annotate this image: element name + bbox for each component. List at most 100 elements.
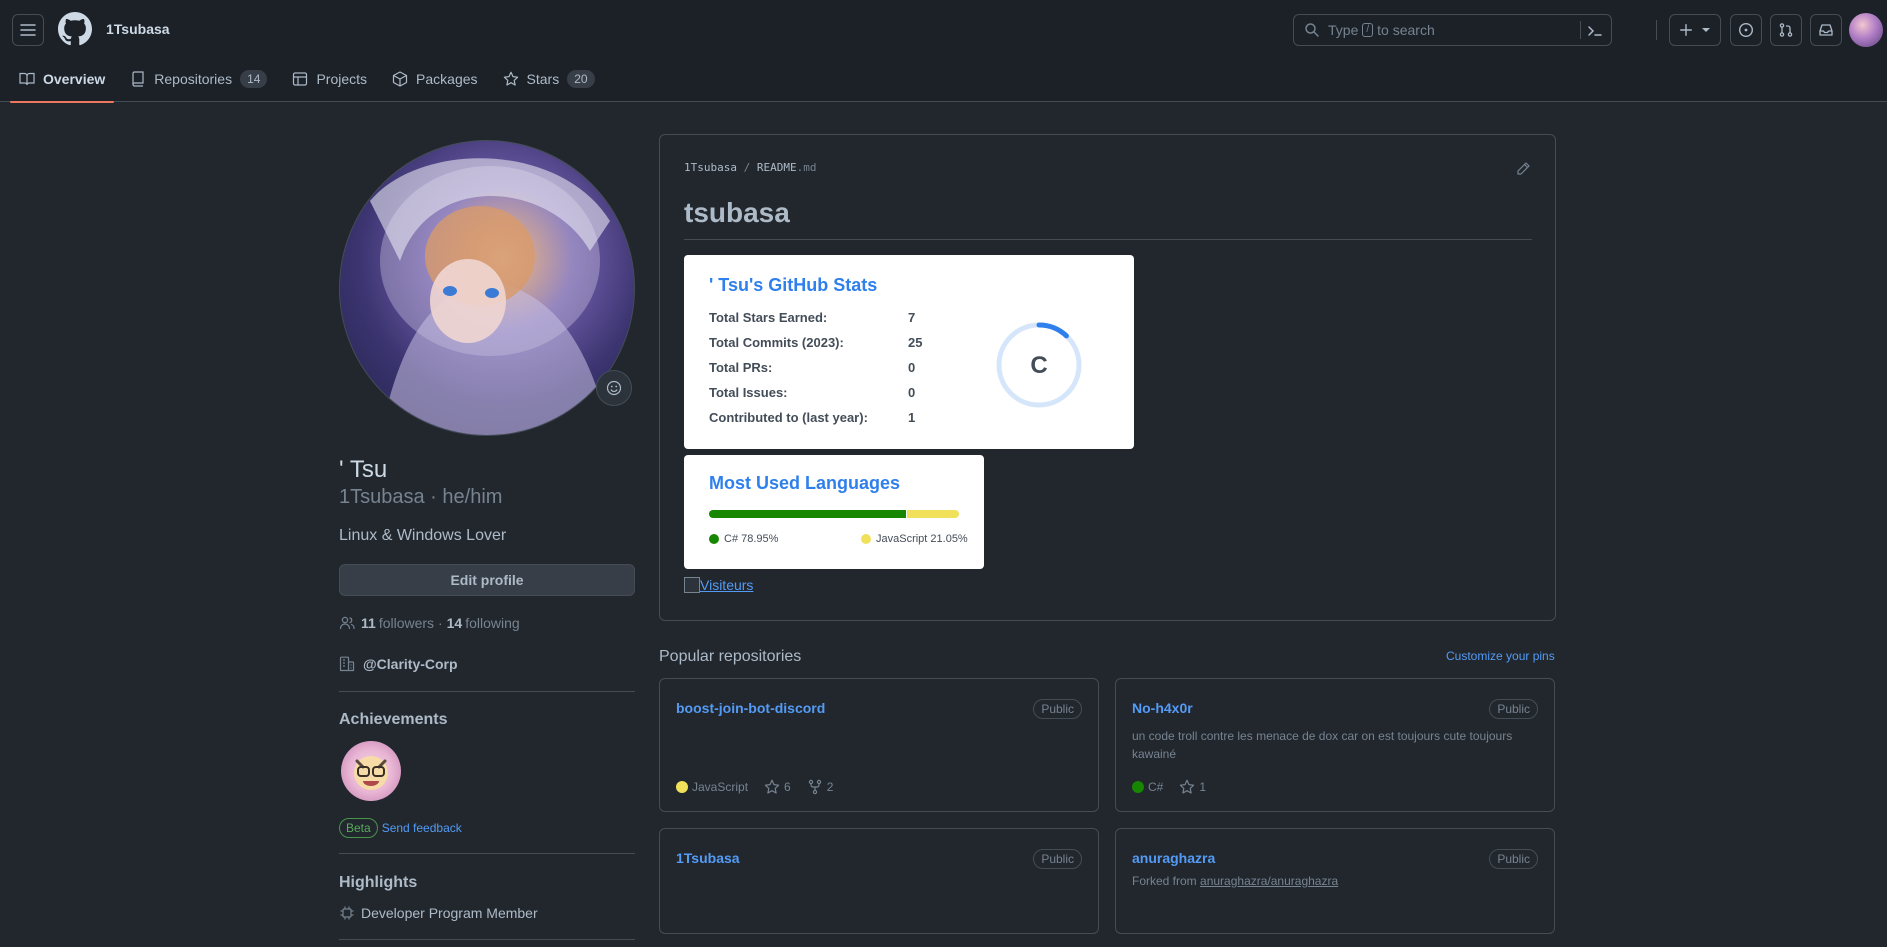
tab-overview[interactable]: Overview [10, 62, 115, 103]
command-palette-icon[interactable] [1587, 23, 1603, 39]
stat-label: Total Stars Earned: [709, 310, 828, 325]
tab-projects-label: Projects [316, 71, 368, 87]
pinned-repo-card: anuraghazra Public Forked from anuraghaz… [1115, 828, 1555, 934]
following-label: following [465, 615, 520, 631]
organization: @Clarity-Corp [339, 656, 458, 672]
set-status-button[interactable] [596, 370, 632, 406]
customize-pins-link[interactable]: Customize your pins [1446, 649, 1555, 663]
tab-stars-label: Stars [526, 71, 560, 87]
pencil-icon [1517, 162, 1530, 175]
language-legend-item: JavaScript 21.05% [861, 533, 968, 545]
highlight-item: Developer Program Member [339, 905, 538, 921]
tab-repositories[interactable]: Repositories 14 [121, 62, 276, 96]
visibility-badge: Public [1033, 699, 1082, 719]
repo-name-link[interactable]: No-h4x0r [1132, 700, 1193, 716]
readme-title: tsubasa [684, 197, 790, 228]
send-feedback-link[interactable]: Send feedback [382, 821, 462, 835]
profile-tabs: Overview Repositories 14 Projects Packag… [10, 62, 611, 103]
readme-title-rule [684, 239, 1532, 240]
popular-repositories-heading: Popular repositories [659, 648, 802, 665]
repo-description: un code troll contre les menace de dox c… [1132, 729, 1513, 761]
broken-image-icon [684, 577, 700, 593]
pull-requests-button[interactable] [1770, 14, 1802, 46]
repo-meta: C# 1 [1132, 779, 1222, 795]
visitors-alt-text: Visiteurs [700, 577, 754, 593]
star-count: 1 [1199, 780, 1207, 794]
stars-counter: 20 [567, 70, 595, 88]
profile-avatar[interactable] [339, 140, 635, 436]
repo-meta: JavaScript 6 2 [676, 779, 849, 795]
readme-owner-link[interactable]: 1Tsubasa [684, 161, 737, 174]
stats-title: ' Tsu's GitHub Stats [709, 275, 878, 295]
app-header: 1Tsubasa Type / to search Overview Repos… [0, 0, 1887, 103]
visitors-badge-link[interactable]: Visiteurs [684, 577, 753, 593]
beta-label: Beta [339, 818, 378, 838]
user-avatar-menu[interactable] [1849, 13, 1883, 47]
forked-from-label: Forked from [1132, 874, 1197, 888]
forks-link[interactable]: 2 [807, 779, 834, 795]
tab-projects[interactable]: Projects [283, 62, 376, 96]
inbox-button[interactable] [1810, 14, 1842, 46]
repo-name-link[interactable]: boost-join-bot-discord [676, 700, 825, 716]
profile-name: ' Tsu [339, 456, 388, 483]
highlight-label: Developer Program Member [361, 905, 538, 921]
language-name: C# [1148, 780, 1164, 794]
people-icon [339, 616, 355, 630]
pinned-repo-card: boost-join-bot-discord Public JavaScript… [659, 678, 1099, 812]
followers-link[interactable]: 11 followers · [355, 615, 443, 631]
repo-icon [132, 71, 144, 87]
divider [339, 939, 635, 940]
repo-name-link[interactable]: anuraghazra [1132, 850, 1215, 866]
inbox-icon [1819, 24, 1833, 36]
language-color-dot [861, 534, 871, 544]
edit-readme-button[interactable] [1515, 161, 1531, 177]
fork-icon [808, 779, 821, 795]
pinned-repo-card: No-h4x0r Public un code troll contre les… [1115, 678, 1555, 812]
profile-login: 1Tsubasa · he/him [339, 486, 503, 508]
repositories-counter: 14 [240, 70, 268, 88]
issues-button[interactable] [1730, 14, 1762, 46]
language-legend-item: C# 78.95% [709, 533, 778, 545]
tab-repositories-label: Repositories [154, 71, 233, 87]
rank-letter: C [1030, 352, 1047, 379]
menu-button[interactable] [12, 14, 44, 46]
search-input[interactable]: Type / to search [1293, 14, 1612, 46]
profile-readme: 1Tsubasa / README.md tsubasa ' Tsu's Git… [659, 134, 1556, 621]
visibility-badge: Public [1489, 699, 1538, 719]
achievements-feedback-row: Beta Send feedback [339, 818, 462, 838]
stargazers-link[interactable]: 6 [764, 779, 791, 795]
package-icon [392, 71, 408, 87]
language-label: C# 78.95% [724, 533, 779, 545]
star-icon [764, 779, 780, 794]
create-new-button[interactable] [1669, 14, 1721, 46]
language-label: JavaScript 21.05% [876, 533, 968, 545]
tab-stars[interactable]: Stars 20 [494, 62, 604, 96]
readme-file: README [756, 161, 797, 174]
pull-request-icon [1779, 23, 1793, 37]
stat-label: Total PRs: [709, 360, 773, 375]
stargazers-link[interactable]: 1 [1179, 779, 1206, 795]
tab-packages[interactable]: Packages [383, 62, 486, 96]
followers-count: 11 [361, 615, 376, 631]
pinned-repo-card: 1Tsubasa Public [659, 828, 1099, 934]
edit-profile-button[interactable]: Edit profile [339, 564, 635, 596]
forked-from-link[interactable]: anuraghazra/anuraghazra [1200, 874, 1338, 888]
profile-bio: Linux & Windows Lover [339, 527, 507, 544]
followers-label: followers · [378, 615, 443, 631]
tab-overview-label: Overview [43, 71, 106, 87]
star-icon [1180, 779, 1195, 794]
header-owner-link[interactable]: 1Tsubasa [106, 21, 170, 37]
github-logo-icon[interactable] [58, 12, 92, 46]
languages-title: Most Used Languages [709, 473, 901, 493]
following-link[interactable]: 14 following [443, 615, 520, 631]
fork-count: 2 [826, 780, 834, 794]
repo-name-link[interactable]: 1Tsubasa [676, 850, 740, 866]
stat-value: 0 [908, 360, 916, 375]
achievements-heading: Achievements [339, 711, 448, 728]
language-color-dot [1132, 781, 1144, 793]
organization-icon [339, 656, 355, 672]
stat-label: Total Issues: [709, 385, 788, 400]
hamburger-icon [20, 24, 36, 36]
achievement-badge[interactable] [341, 741, 401, 801]
organization-link[interactable]: @Clarity-Corp [363, 656, 458, 672]
